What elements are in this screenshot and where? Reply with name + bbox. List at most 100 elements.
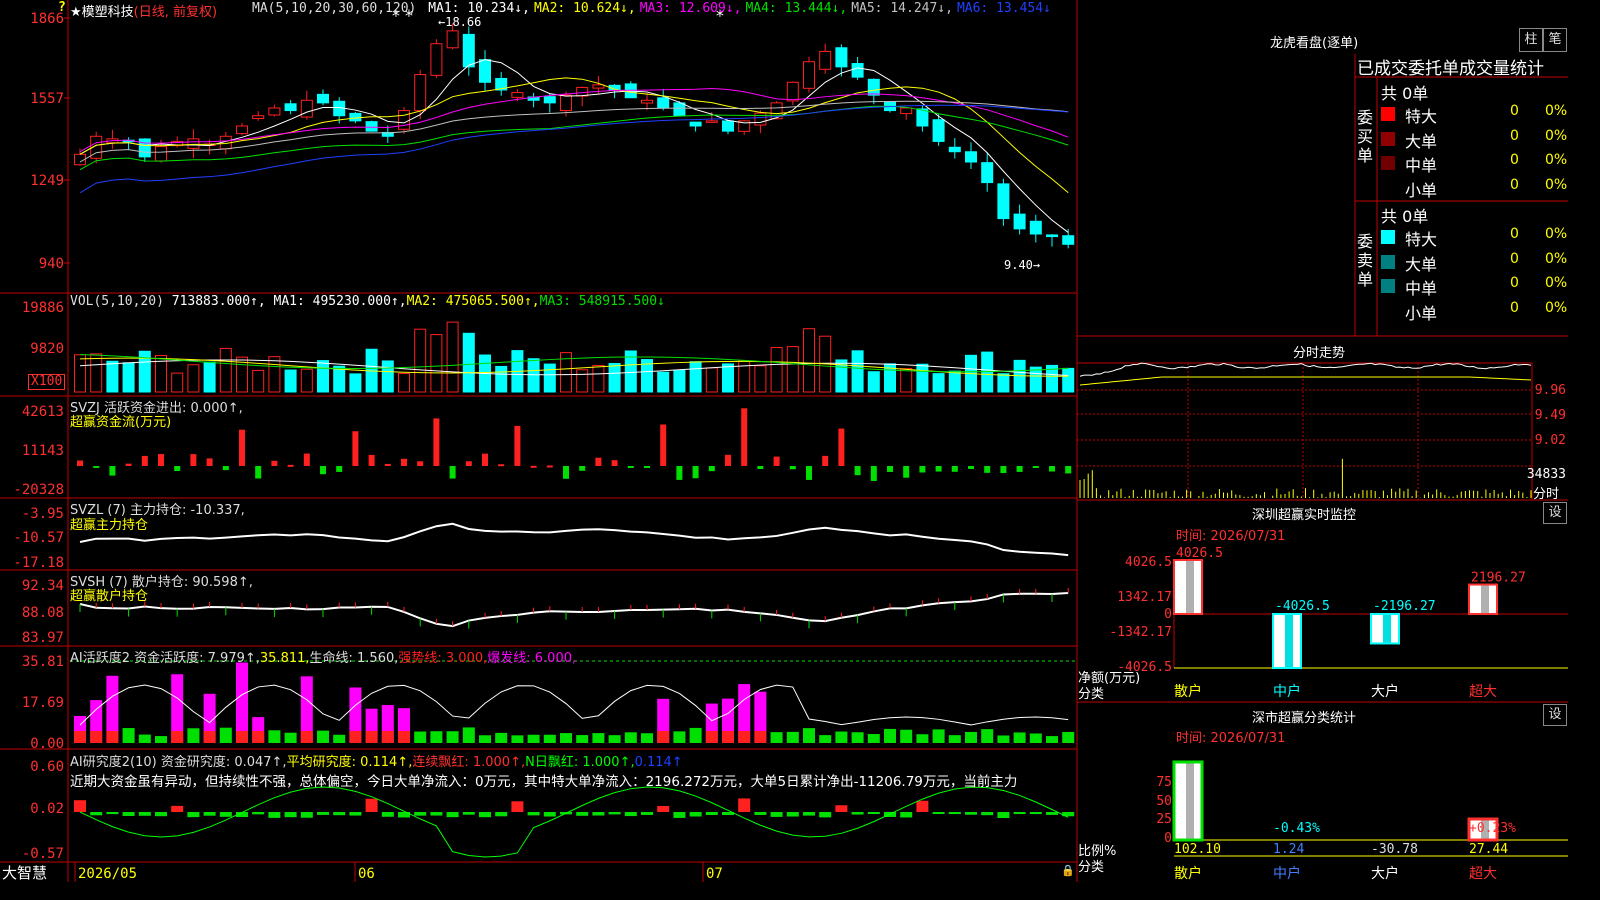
intraday-vol-tick: 34833 [1527, 467, 1566, 482]
ai-research-bar-52 [916, 800, 929, 812]
candle-39 [705, 120, 718, 123]
volume-bar-49 [867, 371, 880, 393]
ai-research-bar-7 [187, 812, 200, 818]
ai-active-bar-31 [576, 735, 589, 743]
lock-icon[interactable]: 🔒 [1061, 864, 1075, 877]
classify-tick-0: 75 [1156, 775, 1172, 790]
candle-21 [414, 74, 427, 112]
monitor-settings-button[interactable]: 设 [1543, 502, 1567, 524]
ai-active-base-10 [236, 731, 248, 743]
buy-row-1-name: 大单 [1405, 131, 1438, 151]
volume-bar-53 [932, 373, 945, 393]
volume-bar-39 [705, 367, 718, 393]
svzj-bar-48 [854, 466, 861, 476]
ai-active-bar-24 [462, 727, 475, 743]
svsh-tick-2: 83.97 [22, 630, 64, 646]
ma-line-2 [79, 77, 1069, 193]
ai-active-bar-57 [997, 735, 1010, 743]
svzj-bar-30 [563, 466, 569, 479]
sell-row-2-p: 0% [1545, 275, 1568, 291]
ai-research-bar-27 [511, 801, 524, 812]
ai-research-bar-33 [608, 812, 621, 815]
volume-bar-26 [495, 365, 508, 393]
buy-row-0-name: 特大 [1405, 107, 1438, 126]
volume-bars [74, 321, 1075, 393]
svzj-bar-1 [93, 466, 100, 468]
volume-bar-61 [1062, 367, 1075, 393]
buy-swatch-0 [1381, 107, 1395, 121]
sell-row-1-name: 大单 [1405, 254, 1438, 274]
ai-research-label: AI研究度2(10) 资金研究度: 0.047↑, [70, 755, 287, 770]
pen-view-button[interactable]: 笔 [1543, 28, 1567, 52]
price-tick-3: 940 [39, 256, 64, 272]
ai-active-bar-34 [624, 732, 637, 743]
ai-research-v4: N日飘红: 1.000↑, [525, 755, 635, 770]
question-icon[interactable]: ? [58, 0, 66, 15]
date-label-0: 2026/05 [78, 866, 137, 882]
main-chart-canvas[interactable]: 2026/05 06 07186615571249940←18.669.40→* * *… [0, 0, 1568, 882]
svzj-bar-46 [822, 455, 829, 466]
buy-row-1-n: 0 [1510, 127, 1519, 144]
intraday-tick-0: 9.96 [1535, 383, 1566, 398]
svzj-tick-1: 11143 [22, 443, 64, 459]
ai-research-bar-38 [689, 812, 702, 817]
ai-active-bar-45 [803, 728, 815, 743]
candle-56 [981, 162, 994, 184]
ai-active-bar-53 [932, 729, 945, 743]
ai-active-bar-51 [900, 729, 913, 743]
ma-legend-6: MA6: 13.454↓ [956, 1, 1051, 16]
ai-research-bar-17 [349, 812, 362, 816]
buy-row-1-p: 0% [1545, 127, 1568, 144]
buy-swatch-2 [1381, 156, 1395, 170]
candle-25 [479, 59, 491, 83]
monitor-value-0: 4026.5 [1176, 546, 1223, 561]
ai-active-bar-16 [333, 734, 346, 743]
ai-research-bar-6 [171, 805, 184, 812]
dragon-tabs[interactable]: 已成交委托单成交量统计 [1357, 54, 1544, 79]
ai-research-bar-1 [90, 812, 103, 816]
ai-research-bar-8 [203, 812, 216, 816]
column-view-button[interactable]: 柱 [1519, 28, 1543, 52]
svzl-line [79, 522, 1069, 557]
candle-17 [349, 112, 362, 122]
candle-45 [803, 61, 815, 89]
volume-bar-51 [900, 368, 913, 393]
classify-settings-button[interactable]: 设 [1543, 704, 1567, 726]
intraday-tick-1: 9.49 [1535, 408, 1566, 423]
svzj-bar-7 [190, 454, 197, 466]
ai-research-bar-48 [851, 812, 864, 815]
dragon-title: 龙虎看盘(逐单) [1270, 36, 1359, 51]
volume-bar-17 [349, 373, 362, 393]
candle-48 [851, 63, 864, 78]
monitor-tick-3: -1342.17 [1109, 625, 1172, 640]
ai-research-bar-37 [673, 812, 686, 818]
candle-35 [641, 99, 653, 104]
ma-legend-5: MA5: 14.247↓, [851, 1, 953, 16]
ai-research-bar-41 [738, 798, 751, 812]
svzj-bar-15 [320, 466, 326, 475]
ai-research-bar-16 [333, 812, 346, 816]
volume-bar-40 [722, 363, 734, 393]
intraday-tick-2: 9.02 [1535, 433, 1566, 448]
candle-13 [284, 103, 297, 112]
svzj-bar-49 [870, 466, 877, 481]
ai-active-bar-15 [317, 730, 329, 743]
price-tick-1: 1557 [30, 91, 64, 107]
ai-research-bar-43 [770, 812, 783, 817]
ai-research-tick-2: -0.57 [22, 846, 64, 862]
classify-cat-3: 超大 [1469, 866, 1497, 882]
svzj-tick-2: -20328 [13, 482, 64, 498]
svzj-bar-60 [1049, 466, 1055, 472]
ai-active-base-11 [252, 731, 265, 743]
sell-swatch-3 [1381, 303, 1395, 318]
ai-research-bar-34 [624, 812, 637, 817]
volume-bar-48 [851, 350, 864, 393]
classify-value-2: -30.78 [1371, 842, 1418, 857]
sell-swatch-0 [1381, 230, 1395, 244]
svzj-bar-14 [303, 453, 310, 466]
buy-row-3-name: 小单 [1405, 180, 1438, 200]
candle-52 [916, 108, 929, 127]
ai-active-bar-12 [268, 730, 281, 743]
candle-31 [576, 86, 589, 97]
ai-active-bar-7 [187, 728, 200, 743]
